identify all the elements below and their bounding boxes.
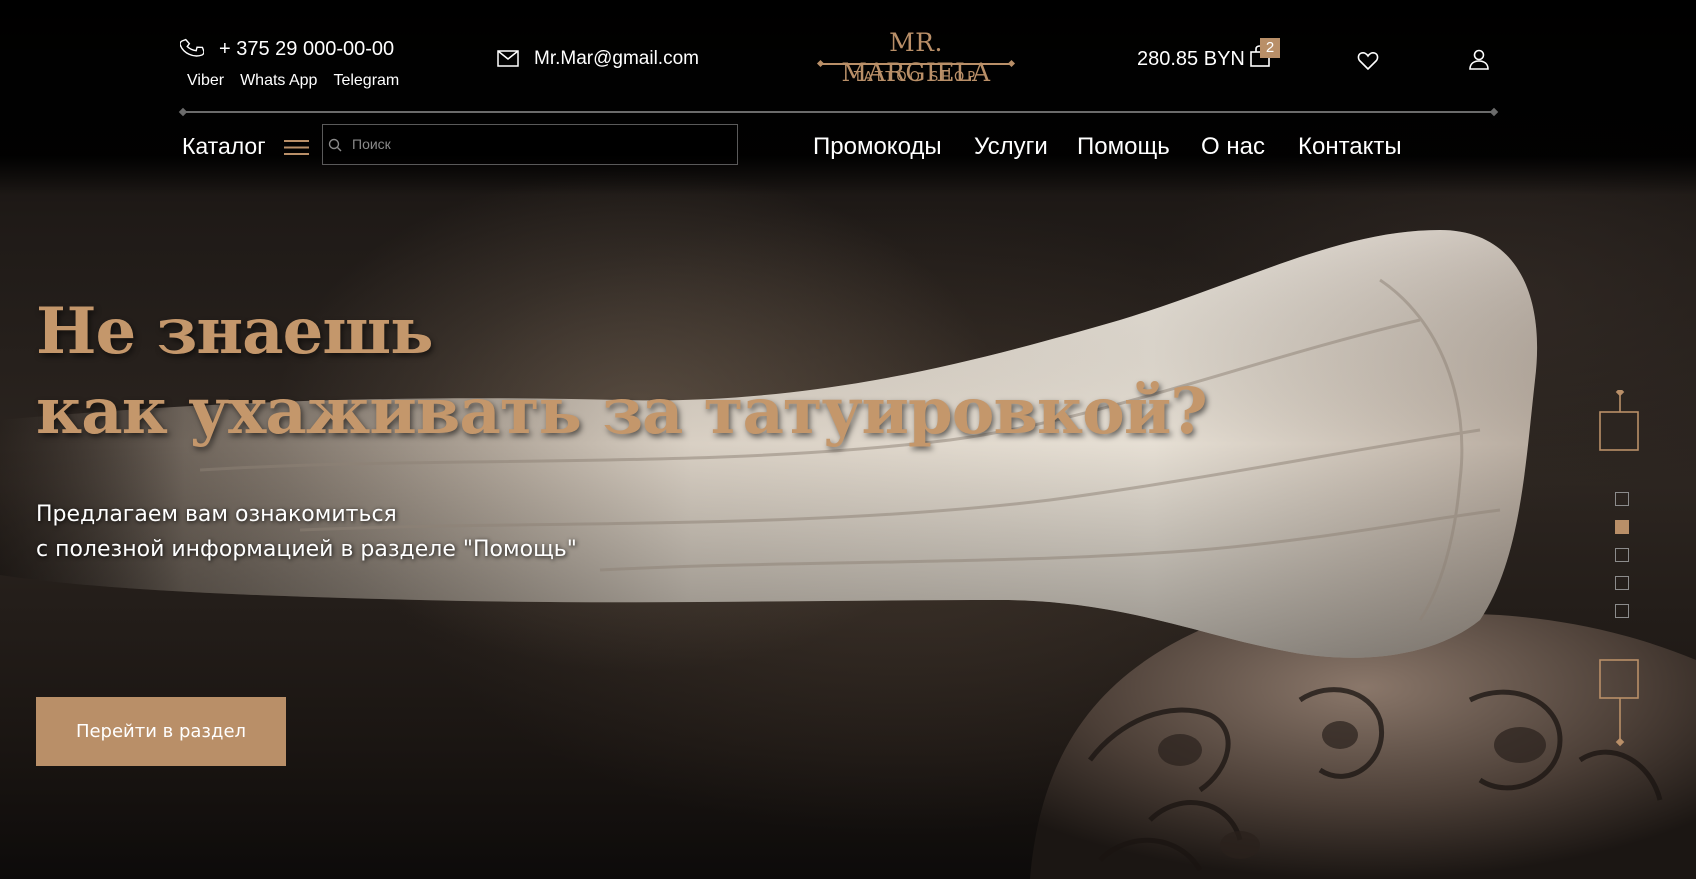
slider-nav-frame xyxy=(1599,390,1639,747)
search-icon xyxy=(328,138,342,152)
logo-subtitle: TATTOO SHOP xyxy=(853,70,979,85)
hero-subtitle-line-2: с полезной информацией в разделе "Помощь… xyxy=(36,537,577,562)
slider-dot[interactable] xyxy=(1615,604,1629,618)
cart-count-badge: 2 xyxy=(1260,38,1280,58)
nav-services[interactable]: Услуги xyxy=(974,133,1048,161)
hero-title-line-1: Не знаешь xyxy=(36,294,434,369)
slider-dot[interactable] xyxy=(1615,576,1629,590)
telegram-link[interactable]: Telegram xyxy=(333,72,399,90)
phone-number[interactable]: + 375 29 000-00-00 xyxy=(219,38,394,61)
whatsapp-link[interactable]: Whats App xyxy=(240,72,317,90)
email-link[interactable]: Mr.Mar@gmail.com xyxy=(534,48,699,70)
nav-about[interactable]: О нас xyxy=(1201,133,1265,161)
burger-icon[interactable] xyxy=(284,139,309,156)
hero-subtitle: Предлагаем вам ознакомиться с полезной и… xyxy=(36,497,577,567)
hero-title-line-2: как ухаживать за татуировкой? xyxy=(36,374,1208,449)
messenger-links: Viber Whats App Telegram xyxy=(187,72,399,90)
logo[interactable]: MR. MARGIELA TATTOO SHOP xyxy=(818,28,1014,92)
cart-total[interactable]: 280.85 BYN xyxy=(1137,48,1245,71)
search-input[interactable] xyxy=(352,131,722,157)
slider-dot[interactable] xyxy=(1615,520,1629,534)
nav-contacts[interactable]: Контакты xyxy=(1298,133,1402,161)
go-to-section-button[interactable]: Перейти в раздел xyxy=(36,697,286,766)
logo-divider xyxy=(820,63,1012,65)
heart-icon[interactable] xyxy=(1357,51,1379,71)
nav-help[interactable]: Помощь xyxy=(1077,133,1170,161)
header-divider xyxy=(183,111,1494,113)
site-header: + 375 29 000-00-00 Viber Whats App Teleg… xyxy=(0,0,1696,195)
phone-icon xyxy=(180,38,204,57)
hero-subtitle-line-1: Предлагаем вам ознакомиться xyxy=(36,502,397,527)
mail-icon xyxy=(497,50,519,67)
user-icon[interactable] xyxy=(1468,48,1490,70)
hero-title: Не знаешь как ухаживать за татуировкой? xyxy=(36,292,1208,452)
catalog-link[interactable]: Каталог xyxy=(182,133,266,160)
viber-link[interactable]: Viber xyxy=(187,72,224,90)
slider-dot[interactable] xyxy=(1615,492,1629,506)
nav-promocodes[interactable]: Промокоды xyxy=(813,133,942,161)
slider-dot[interactable] xyxy=(1615,548,1629,562)
